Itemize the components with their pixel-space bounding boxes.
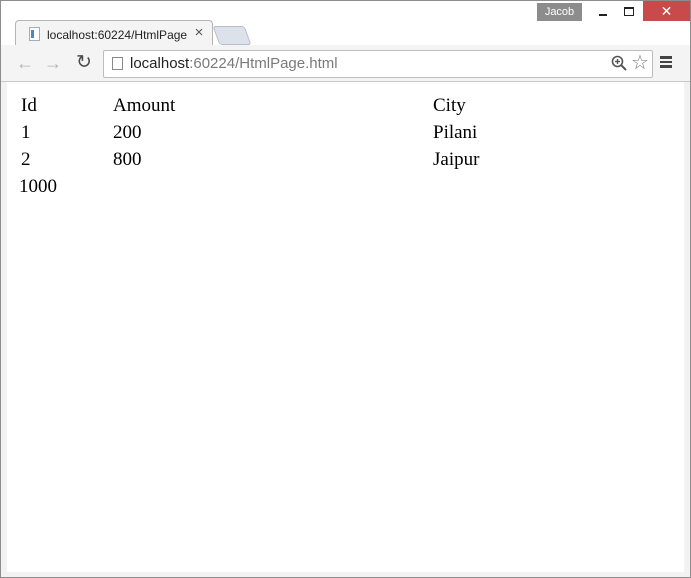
- forward-button[interactable]: →: [43, 53, 63, 73]
- cell-amount: 800: [113, 148, 142, 170]
- cell-city: Jaipur: [433, 148, 480, 170]
- table-header-row: Id Amount City: [17, 92, 603, 119]
- address-bar[interactable]: localhost:60224/HtmlPage.html ☆: [103, 50, 653, 78]
- cell-id: 2: [21, 148, 31, 170]
- browser-window: localhost:60224/HtmlPage.html × Jacob ✕ …: [0, 0, 691, 578]
- reload-button[interactable]: ↻: [74, 53, 94, 73]
- page-icon: [112, 57, 123, 70]
- header-id: Id: [21, 94, 37, 116]
- table-row: 1 200 Pilani: [17, 119, 603, 146]
- data-table: Id Amount City 1 200 Pilani 2 800 Jaipur…: [17, 92, 603, 200]
- new-tab-button[interactable]: [212, 26, 252, 45]
- zoom-icon[interactable]: [611, 55, 627, 71]
- back-button[interactable]: ←: [15, 53, 35, 73]
- close-window-button[interactable]: ✕: [643, 1, 690, 21]
- table-total-row: 1000: [17, 173, 603, 200]
- title-bar: localhost:60224/HtmlPage.html × Jacob ✕: [1, 1, 690, 47]
- bookmark-star-icon[interactable]: ☆: [630, 52, 650, 74]
- page-icon: [29, 27, 40, 41]
- minimize-button[interactable]: [590, 1, 616, 21]
- page-content: Id Amount City 1 200 Pilani 2 800 Jaipur…: [7, 82, 684, 572]
- maximize-button[interactable]: [616, 1, 642, 21]
- table-row: 2 800 Jaipur: [17, 146, 603, 173]
- tab-title: localhost:60224/HtmlPage.html: [47, 28, 187, 42]
- total-amount: 1000: [19, 175, 57, 197]
- cell-amount: 200: [113, 121, 142, 143]
- url-text[interactable]: localhost:60224/HtmlPage.html: [130, 54, 338, 74]
- profile-user-badge[interactable]: Jacob: [537, 3, 582, 21]
- minimize-icon: [599, 13, 607, 16]
- tab-close-icon[interactable]: ×: [192, 25, 206, 41]
- empty-cell: [113, 173, 433, 200]
- menu-icon[interactable]: [658, 54, 674, 72]
- cell-id: 1: [21, 121, 31, 143]
- browser-toolbar: ← → ↻ localhost:60224/HtmlPage.html ☆: [1, 45, 690, 82]
- browser-tab-active[interactable]: localhost:60224/HtmlPage.html ×: [15, 20, 213, 47]
- maximize-icon: [624, 7, 634, 17]
- url-path: :60224/HtmlPage.html: [189, 55, 338, 72]
- cell-city: Pilani: [433, 121, 478, 143]
- header-city: City: [433, 94, 466, 116]
- url-host: localhost: [130, 55, 190, 72]
- empty-cell: [433, 173, 603, 200]
- header-amount: Amount: [113, 94, 176, 116]
